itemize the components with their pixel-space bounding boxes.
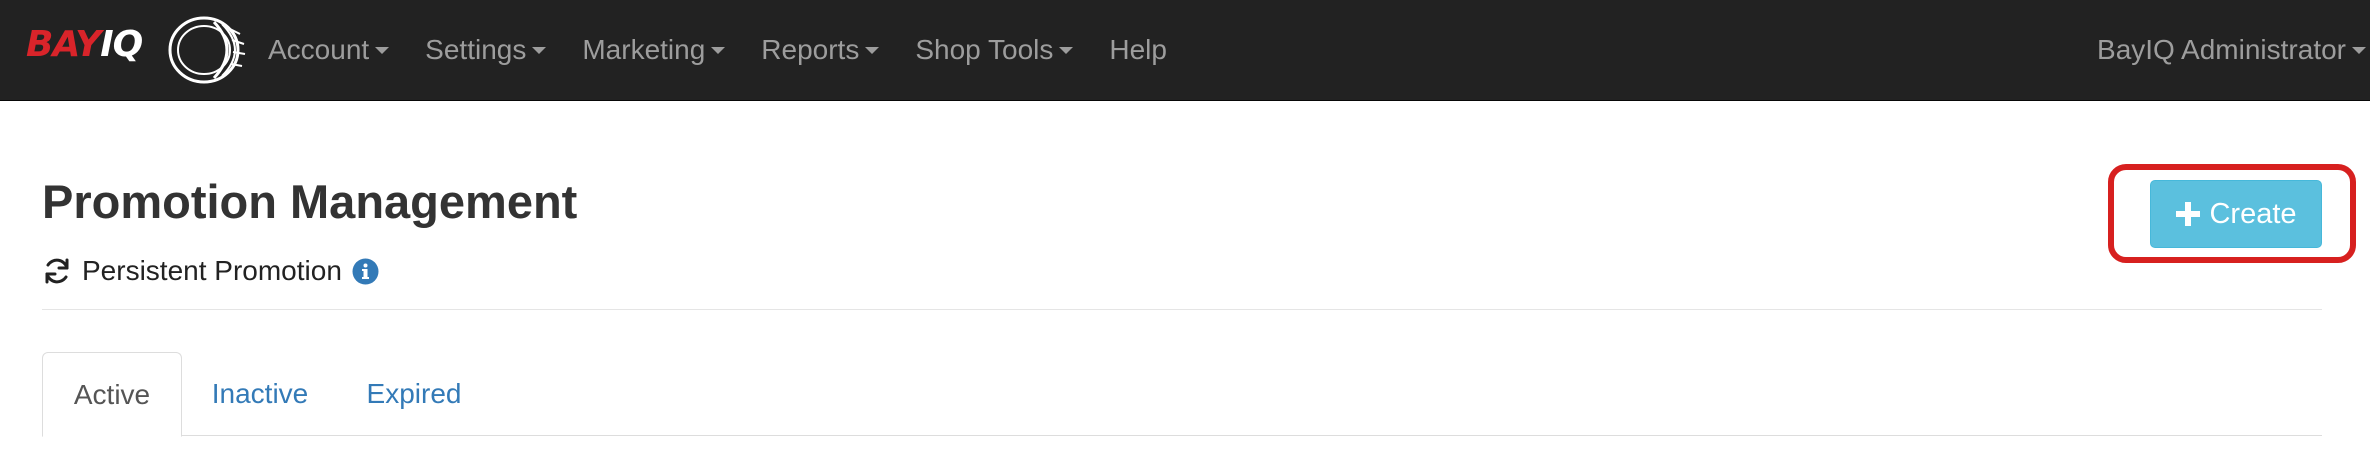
tab-expired-label: Expired [366, 378, 462, 409]
nav-shop-tools-label: Shop Tools [915, 34, 1054, 65]
nav-help-label: Help [1109, 34, 1167, 65]
nav-shop-tools-dropdown[interactable]: Shop Tools [897, 0, 1091, 100]
tab-expired[interactable]: Expired [348, 352, 480, 436]
nav-reports-dropdown[interactable]: Reports [743, 0, 897, 100]
persistent-promotion-line: Persistent Promotion [42, 252, 379, 290]
bayiq-logo[interactable]: BAYIQ [26, 14, 246, 86]
nav-settings-dropdown[interactable]: Settings [407, 0, 564, 100]
tab-active-label: Active [73, 378, 151, 410]
tire-icon [168, 16, 246, 84]
caret-down-icon [375, 46, 390, 54]
caret-down-icon [711, 46, 726, 54]
tab-inactive-label: Inactive [211, 378, 309, 409]
caret-down-icon [1059, 46, 1074, 54]
nav-help-link[interactable]: Help [1091, 0, 1185, 100]
refresh-icon [45, 258, 69, 284]
logo-wordmark: BAYIQ [26, 24, 143, 65]
promotion-status-tabs: Active Inactive Expired [42, 352, 2322, 437]
nav-settings-label: Settings [425, 34, 527, 65]
create-button-label: Create [2209, 197, 2297, 230]
top-navbar: BAYIQ Account Settings Marketing Reports [0, 0, 2370, 101]
nav-marketing-label: Marketing [582, 34, 706, 65]
nav-reports-label: Reports [761, 34, 860, 65]
info-circle-icon[interactable] [352, 258, 379, 285]
plus-icon [2176, 202, 2201, 226]
user-menu-dropdown[interactable]: BayIQ Administrator [2079, 0, 2366, 100]
caret-down-icon [532, 46, 547, 54]
page-title: Promotion Management [42, 175, 578, 228]
caret-down-icon [2352, 46, 2366, 54]
tab-inactive[interactable]: Inactive [192, 352, 328, 436]
main-nav-menu: Account Settings Marketing Reports Shop … [250, 0, 1185, 100]
nav-account-dropdown[interactable]: Account [250, 0, 407, 100]
header-divider [42, 309, 2322, 310]
nav-account-label: Account [268, 34, 370, 65]
persistent-promotion-label: Persistent Promotion [82, 255, 342, 286]
create-button[interactable]: Create [2150, 180, 2322, 248]
user-name-label: BayIQ Administrator [2097, 34, 2346, 65]
user-menu: BayIQ Administrator [2079, 0, 2366, 100]
caret-down-icon [865, 46, 880, 54]
tab-active[interactable]: Active [42, 352, 182, 437]
nav-marketing-dropdown[interactable]: Marketing [564, 0, 743, 100]
